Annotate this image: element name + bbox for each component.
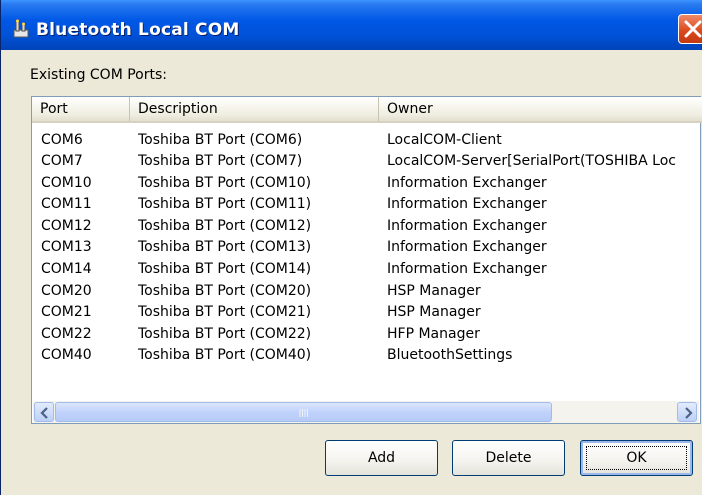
owner-cell: Information Exchanger [387,218,547,234]
description-cell: Toshiba BT Port (COM11) [138,196,312,212]
owner-cell: HFP Manager [387,326,480,342]
description-cell: Toshiba BT Port (COM7) [138,153,303,169]
port-cell: COM11 [41,196,92,212]
port-cell: COM14 [41,261,92,277]
owner-cell: Information Exchanger [387,239,547,255]
arrow-right-icon [685,407,693,419]
owner-cell: Information Exchanger [387,175,547,191]
table-row[interactable]: COM10 Toshiba BT Port (COM10) Informatio… [32,173,702,193]
port-cell: COM12 [41,218,92,234]
table-row[interactable]: COM22 Toshiba BT Port (COM22) HFP Manage… [32,324,702,344]
port-cell: COM7 [41,153,83,169]
scroll-left-button[interactable] [34,402,54,422]
owner-cell: LocalCOM-Server[SerialPort(TOSHIBA Loc [387,153,676,169]
add-button[interactable]: Add [325,440,438,476]
description-cell: Toshiba BT Port (COM21) [138,304,312,320]
table-row[interactable]: COM11 Toshiba BT Port (COM11) Informatio… [32,194,702,214]
grip-icon [299,409,308,417]
list-header: Port Description Owner [32,97,702,123]
description-cell: Toshiba BT Port (COM22) [138,326,312,342]
close-icon [684,20,702,38]
bluetooth-settings-icon [13,18,31,38]
scroll-right-button[interactable] [677,402,697,422]
owner-cell: Information Exchanger [387,196,547,212]
existing-com-ports-label: Existing COM Ports: [30,67,167,83]
table-row[interactable]: COM21 Toshiba BT Port (COM21) HSP Manage… [32,302,702,322]
description-cell: Toshiba BT Port (COM40) [138,347,312,363]
com-ports-list[interactable]: Port Description Owner COM6 Toshiba BT P… [31,96,702,424]
description-cell: Toshiba BT Port (COM13) [138,239,312,255]
ok-button[interactable]: OK [580,440,693,476]
table-row[interactable]: COM13 Toshiba BT Port (COM13) Informatio… [32,237,702,257]
owner-cell: HSP Manager [387,283,481,299]
bluetooth-local-com-dialog: Bluetooth Local COM Existing COM Ports: … [0,0,702,495]
column-header-port[interactable]: Port [32,97,130,121]
port-cell: COM13 [41,239,92,255]
scrollbar-thumb[interactable] [55,402,552,422]
port-cell: COM6 [41,132,83,148]
description-cell: Toshiba BT Port (COM6) [138,132,303,148]
column-header-description[interactable]: Description [130,97,379,121]
owner-cell: HSP Manager [387,304,481,320]
owner-cell: BluetoothSettings [387,347,513,363]
horizontal-scrollbar[interactable] [33,401,699,423]
close-button[interactable] [678,14,702,44]
port-cell: COM22 [41,326,92,342]
title-bar[interactable]: Bluetooth Local COM [1,0,702,50]
port-cell: COM21 [41,304,92,320]
table-row[interactable]: COM12 Toshiba BT Port (COM12) Informatio… [32,216,702,236]
window-title: Bluetooth Local COM [36,20,240,40]
table-row[interactable]: COM6 Toshiba BT Port (COM6) LocalCOM-Cli… [32,130,702,150]
table-row[interactable]: COM7 Toshiba BT Port (COM7) LocalCOM-Ser… [32,151,702,171]
description-cell: Toshiba BT Port (COM14) [138,261,312,277]
column-header-owner[interactable]: Owner [379,97,702,121]
port-cell: COM20 [41,283,92,299]
delete-button[interactable]: Delete [452,440,565,476]
table-row[interactable]: COM20 Toshiba BT Port (COM20) HSP Manage… [32,281,702,301]
table-row[interactable]: COM14 Toshiba BT Port (COM14) Informatio… [32,259,702,279]
arrow-left-icon [40,407,48,419]
description-cell: Toshiba BT Port (COM12) [138,218,312,234]
port-cell: COM40 [41,347,92,363]
port-cell: COM10 [41,175,92,191]
owner-cell: Information Exchanger [387,261,547,277]
description-cell: Toshiba BT Port (COM10) [138,175,312,191]
owner-cell: LocalCOM-Client [387,132,502,148]
ok-button-label: OK [626,450,647,466]
table-row[interactable]: COM40 Toshiba BT Port (COM40) BluetoothS… [32,345,702,365]
description-cell: Toshiba BT Port (COM20) [138,283,312,299]
